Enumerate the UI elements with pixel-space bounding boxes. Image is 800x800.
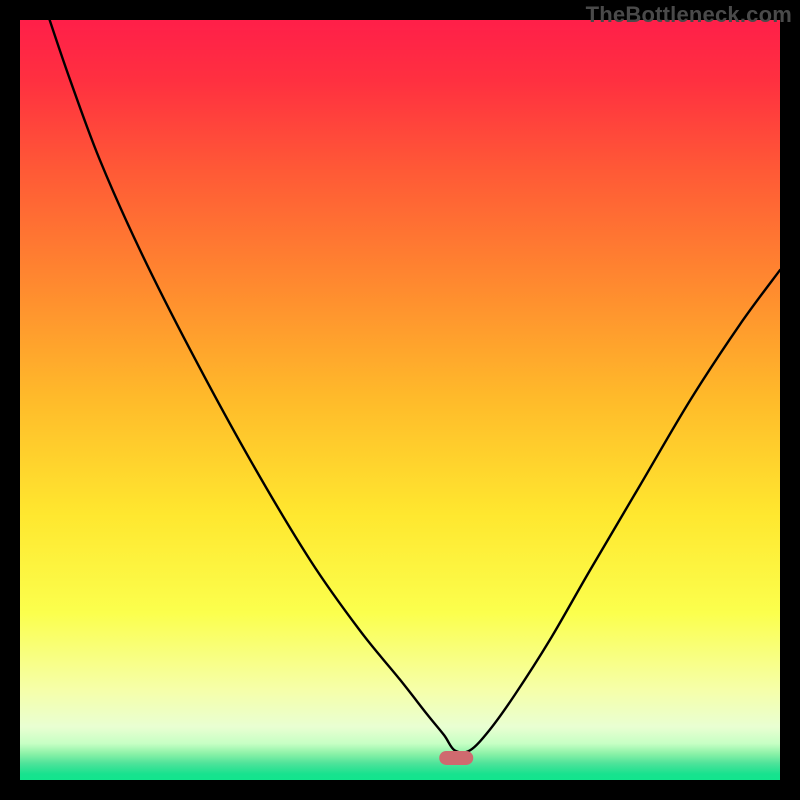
gradient-background	[20, 20, 780, 780]
chart-frame: TheBottleneck.com	[0, 0, 800, 800]
minimum-marker	[439, 751, 473, 765]
chart-svg	[20, 20, 780, 780]
plot-area	[20, 20, 780, 780]
watermark-text: TheBottleneck.com	[586, 2, 792, 28]
